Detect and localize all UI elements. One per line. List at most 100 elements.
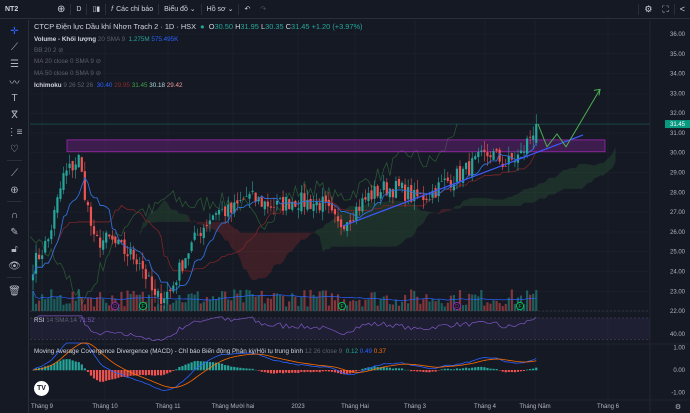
legend-bb[interactable]: BB 20 2 ⊘ <box>34 47 63 54</box>
share-icon[interactable]: < <box>675 0 690 19</box>
trash-icon[interactable]: 🗑︎ <box>0 284 29 298</box>
price-tick-label: 27.00 <box>670 210 686 216</box>
ichimoku-cloud-segment <box>585 163 589 186</box>
volume-bar <box>147 294 150 311</box>
chart-type-dropdown[interactable]: Biểu đồ ⌄ <box>159 0 201 19</box>
volume-bar <box>510 289 513 311</box>
candle-type-icon[interactable]: ▯▮ <box>87 0 105 19</box>
zoom-in-icon[interactable]: ⊕ <box>0 183 29 197</box>
macd-histogram-bar <box>428 370 431 373</box>
ichimoku-cloud-segment <box>264 232 268 278</box>
ichimoku-cloud-segment <box>267 232 271 276</box>
close-value: 31.45 <box>291 22 310 31</box>
macd-histogram-bar <box>208 361 211 371</box>
event-marker-label: F <box>518 304 521 310</box>
ichimoku-cloud-segment <box>569 167 573 189</box>
legend-ma50[interactable]: MA 50 close 0 SMA 9 ⊘ <box>34 70 101 77</box>
settings-gear-icon[interactable]: ⚙ <box>639 0 657 19</box>
lock-icon[interactable]: 🔓︎ <box>0 242 29 256</box>
ichimoku-cloud-segment <box>542 181 546 199</box>
profile-dropdown[interactable]: Hồ sơ ⌄ <box>202 0 239 19</box>
candle-body <box>446 177 449 181</box>
volume-bar <box>422 299 425 311</box>
candle-body <box>62 173 65 190</box>
macd-histogram-bar <box>217 363 221 371</box>
pattern-tool-icon[interactable]: 〰 <box>0 74 29 89</box>
volume-bar <box>120 291 123 311</box>
ichimoku-cloud-segment <box>252 232 256 281</box>
volume-bar <box>468 293 471 311</box>
forecast-tool-icon[interactable]: ⋮≡ <box>0 125 29 139</box>
ruler-icon[interactable]: ⟋ <box>0 166 29 180</box>
ichimoku-cloud-segment <box>286 232 290 257</box>
hidden-eye-icon[interactable]: ⊘ <box>96 70 101 77</box>
macd-histogram-bar <box>251 368 254 371</box>
eye-icon[interactable]: 👁︎ <box>0 259 29 273</box>
volume-bar <box>150 298 154 311</box>
legend-rsi[interactable]: RSI 14 SMA 14 71.52 <box>34 317 95 324</box>
redo-icon[interactable]: ↷ <box>255 0 271 19</box>
legend-ichimoku[interactable]: Ichimoku 9 26 52 26 30.40 29.95 31.45 30… <box>34 82 183 89</box>
candle-body <box>318 202 321 211</box>
macd-histogram-bar <box>242 368 245 371</box>
volume-bar <box>251 294 254 311</box>
text-tool-icon[interactable]: T <box>0 91 29 105</box>
undo-icon[interactable]: ↶ <box>239 0 255 19</box>
interval-button[interactable]: D <box>71 0 86 19</box>
ichimoku-cloud-segment <box>338 210 342 247</box>
ichimoku-cloud-segment <box>566 168 570 189</box>
hidden-eye-icon[interactable]: ⊘ <box>96 58 101 65</box>
macd-histogram-bar <box>477 366 480 371</box>
fib-tool-icon[interactable]: ☰ <box>0 57 29 71</box>
ichimoku-cloud-segment <box>600 163 604 176</box>
price-tick-label: 36.00 <box>670 32 686 38</box>
volume-bar <box>242 302 245 311</box>
ichimoku-cloud-segment <box>481 197 485 206</box>
ichimoku-cloud-segment <box>612 146 616 169</box>
chevron-down-icon: ⌄ <box>187 6 196 13</box>
magnet-icon[interactable]: ∩ <box>0 208 29 222</box>
rsi-name: RSI <box>34 317 45 324</box>
ichimoku-cloud-segment <box>475 197 479 206</box>
ichimoku-cloud-segment <box>234 228 238 253</box>
ichimoku-cloud-segment <box>167 202 171 222</box>
candle-body <box>260 197 263 207</box>
change-value: +1.20 (+3.97%) <box>311 22 363 31</box>
favorites-heart-icon[interactable]: ♡ <box>0 142 29 156</box>
legend-ma20[interactable]: MA 20 close 0 SMA 9 ⊘ <box>34 58 101 65</box>
trendline-tool-icon[interactable]: ⟋ <box>0 40 29 54</box>
lock-drawing-icon[interactable]: ✎ <box>0 225 29 239</box>
macd-histogram-bar <box>297 370 300 373</box>
ichimoku-cloud-segment <box>460 200 464 209</box>
macd-histogram-bar <box>501 370 504 372</box>
axis-settings-gear-icon[interactable]: ⚙ <box>675 403 681 411</box>
macd-histogram-bar <box>440 369 443 371</box>
event-marker-label: F <box>141 304 144 310</box>
volume-bar <box>529 294 532 311</box>
ichimoku-cloud-segment <box>597 163 601 178</box>
price-tick-label: 28.00 <box>670 190 686 196</box>
macd-histogram-bar <box>160 370 163 376</box>
volume-bar <box>288 301 291 311</box>
add-symbol-icon[interactable]: ⊕ <box>52 0 70 19</box>
price-tick-label: 32.00 <box>670 111 686 117</box>
macd-histogram-bar <box>535 367 538 371</box>
candle-body <box>339 219 343 228</box>
volume-bar <box>108 305 111 311</box>
ichimoku-cloud-segment <box>508 196 512 206</box>
legend-volume[interactable]: Volume - Khối lượng 20 SMA 9 1.275M 575.… <box>34 36 178 43</box>
legend-macd[interactable]: Moving Average Covergence Divergence (MA… <box>34 348 386 355</box>
volume-bar <box>275 293 279 311</box>
fullscreen-icon[interactable]: ⛶ <box>657 0 673 19</box>
hidden-eye-icon[interactable]: ⊘ <box>58 47 63 54</box>
volume-value: 1.275M <box>128 36 150 43</box>
profile-label: Hồ sơ <box>206 5 226 13</box>
indicators-button[interactable]: f Các chỉ báo <box>106 0 158 19</box>
crosshair-icon[interactable]: ✛ <box>0 24 29 38</box>
candle-body <box>477 151 480 157</box>
candle-body <box>111 235 114 240</box>
xabcd-tool-icon[interactable]: ⴳ <box>0 108 29 122</box>
macd-histogram-bar <box>239 367 242 371</box>
volume-bar <box>495 300 498 311</box>
symbol-search[interactable]: NT2 <box>0 0 38 19</box>
